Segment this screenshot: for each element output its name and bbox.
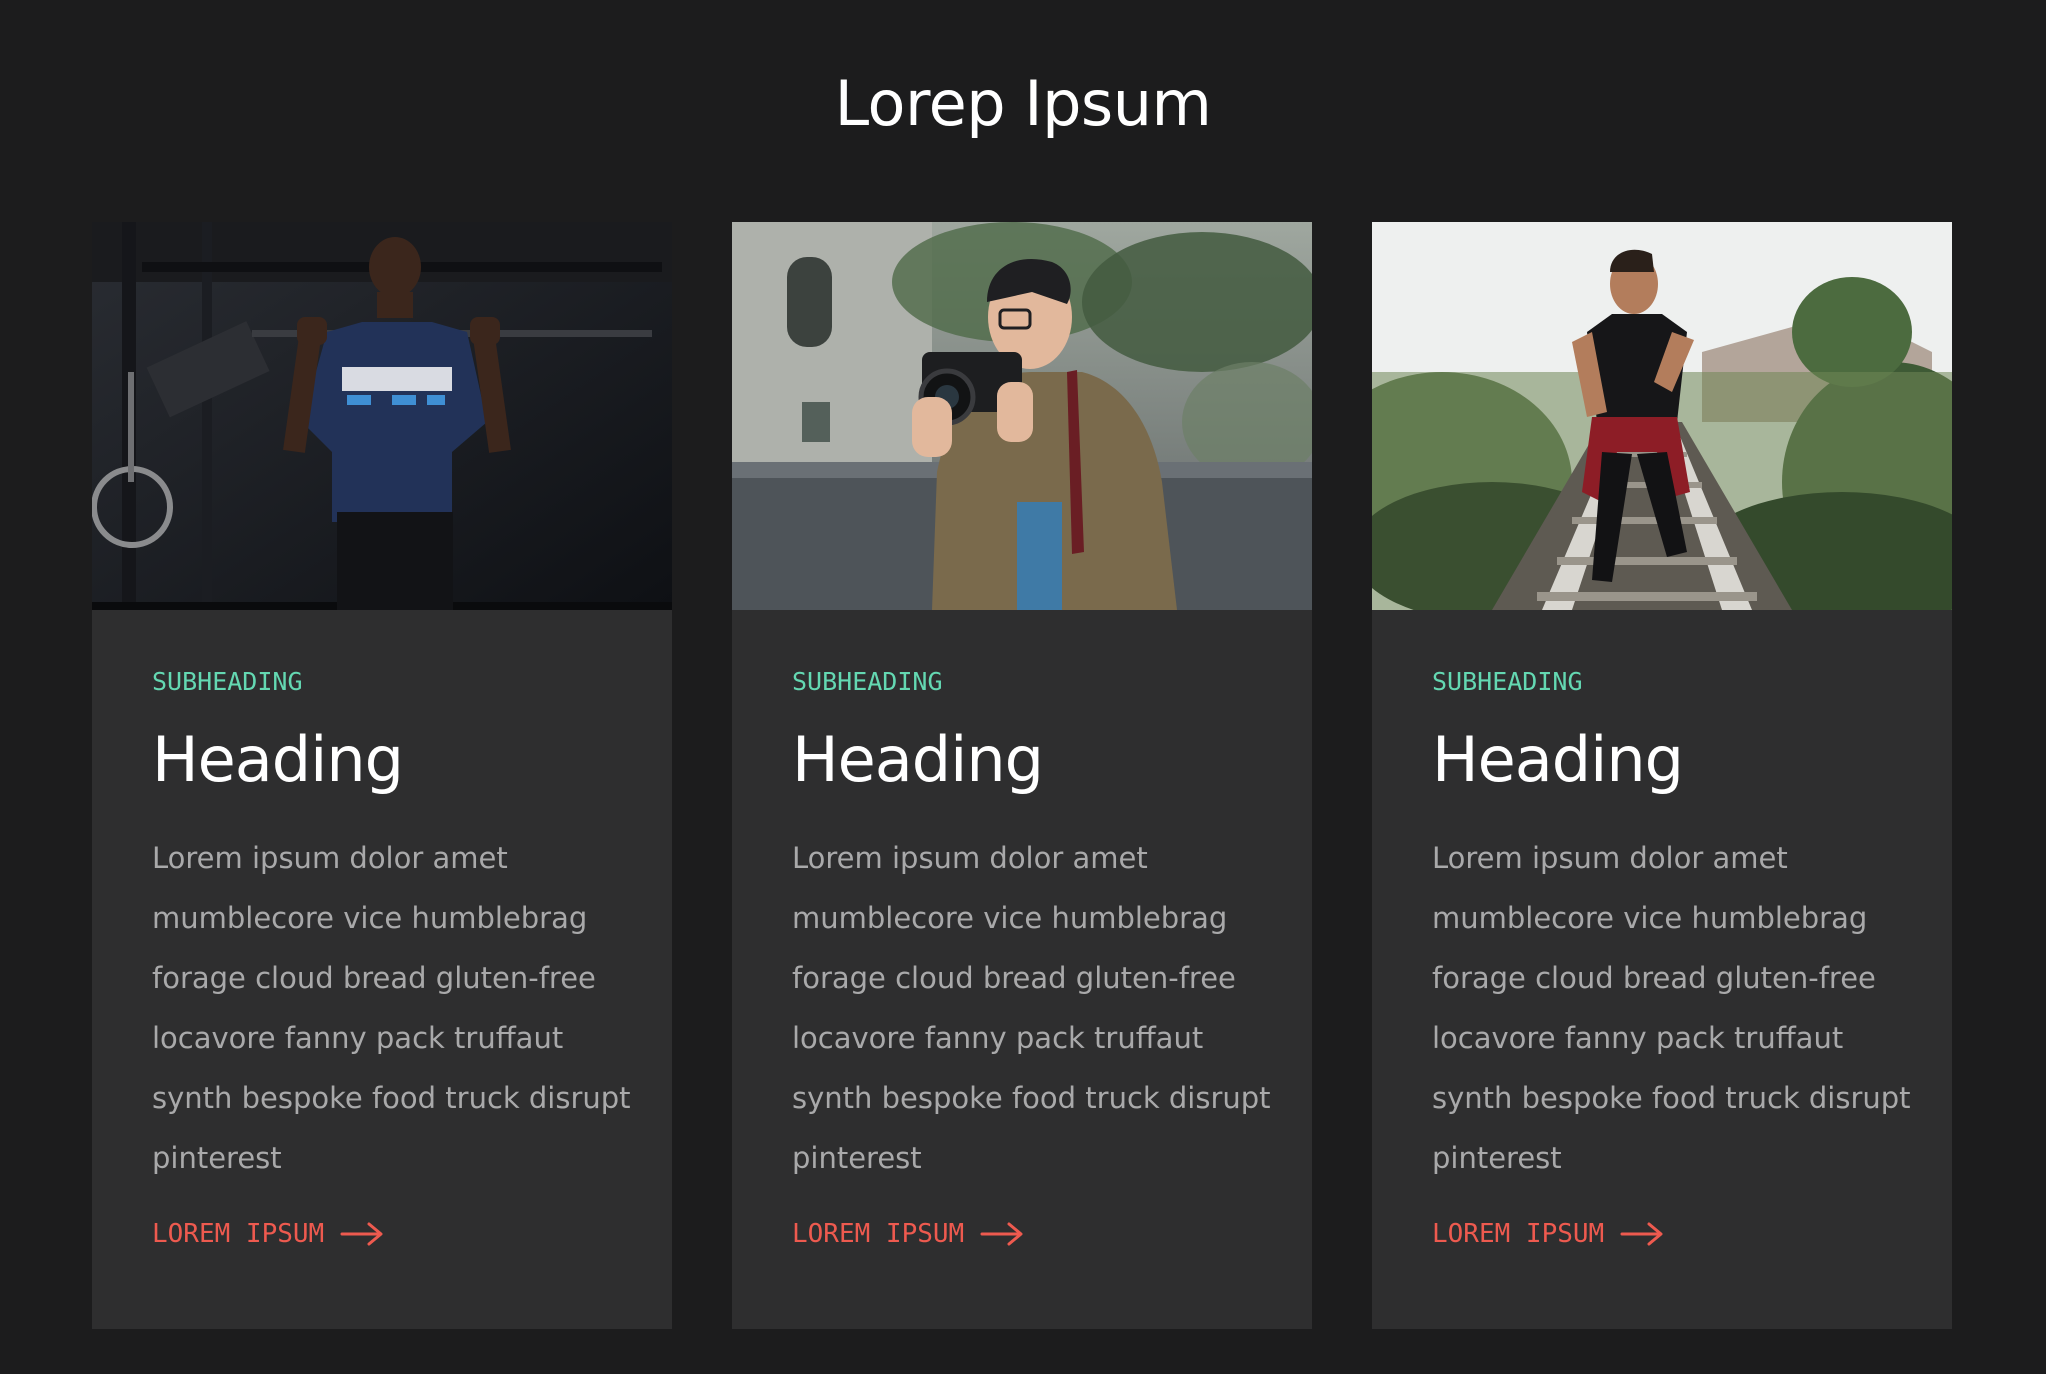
card-subheading: SUBHEADING bbox=[792, 667, 943, 696]
card-link-label: LOREM IPSUM bbox=[152, 1219, 325, 1249]
card-link-label: LOREM IPSUM bbox=[792, 1219, 965, 1249]
card-link[interactable]: LOREM IPSUM bbox=[1432, 1214, 1664, 1254]
body-line: Lorem ipsum dolor amet bbox=[1432, 841, 1788, 875]
body-line: forage cloud bread gluten-free bbox=[152, 961, 596, 995]
card-body: SUBHEADING Heading Lorem ipsum dolor ame… bbox=[1432, 662, 1932, 1254]
card-body: SUBHEADING Heading Lorem ipsum dolor ame… bbox=[152, 662, 652, 1254]
card-photo-railway bbox=[1372, 222, 1952, 610]
body-line: synth bespoke food truck disrupt bbox=[792, 1081, 1271, 1115]
card-heading: Heading bbox=[1432, 723, 1684, 796]
body-line: Lorem ipsum dolor amet bbox=[152, 841, 508, 875]
body-line: forage cloud bread gluten-free bbox=[792, 961, 1236, 995]
body-line: mumblecore vice humblebrag bbox=[1432, 901, 1868, 935]
card-link[interactable]: LOREM IPSUM bbox=[792, 1214, 1024, 1254]
card-photo-gym bbox=[92, 222, 672, 610]
card-body-text: Lorem ipsum dolor amet mumblecore vice h… bbox=[1432, 828, 1912, 1188]
body-line: pinterest bbox=[792, 1141, 922, 1175]
body-line: locavore fanny pack truffaut bbox=[792, 1021, 1204, 1055]
body-line: mumblecore vice humblebrag bbox=[792, 901, 1228, 935]
card-heading: Heading bbox=[152, 723, 404, 796]
card-photo-photographer bbox=[732, 222, 1312, 610]
body-line: Lorem ipsum dolor amet bbox=[792, 841, 1148, 875]
card-subheading: SUBHEADING bbox=[152, 667, 303, 696]
card-body: SUBHEADING Heading Lorem ipsum dolor ame… bbox=[792, 662, 1292, 1254]
body-line: synth bespoke food truck disrupt bbox=[152, 1081, 631, 1115]
card-link-label: LOREM IPSUM bbox=[1432, 1219, 1605, 1249]
card-subheading: SUBHEADING bbox=[1432, 667, 1583, 696]
body-line: pinterest bbox=[1432, 1141, 1562, 1175]
arrow-right-icon bbox=[340, 1222, 383, 1246]
card-heading: Heading bbox=[792, 723, 1044, 796]
body-line: locavore fanny pack truffaut bbox=[1432, 1021, 1844, 1055]
arrow-right-icon bbox=[1620, 1222, 1663, 1246]
body-line: forage cloud bread gluten-free bbox=[1432, 961, 1876, 995]
card-2: SUBHEADING Heading Lorem ipsum dolor ame… bbox=[732, 222, 1312, 1329]
card-body-text: Lorem ipsum dolor amet mumblecore vice h… bbox=[152, 828, 632, 1188]
body-line: mumblecore vice humblebrag bbox=[152, 901, 588, 935]
arrow-right-icon bbox=[980, 1222, 1023, 1246]
card-1: SUBHEADING Heading Lorem ipsum dolor ame… bbox=[92, 222, 672, 1329]
card-body-text: Lorem ipsum dolor amet mumblecore vice h… bbox=[792, 828, 1272, 1188]
card-grid: SUBHEADING Heading Lorem ipsum dolor ame… bbox=[92, 222, 1952, 1329]
card-link[interactable]: LOREM IPSUM bbox=[152, 1214, 384, 1254]
page-title: Lorep Ipsum bbox=[834, 66, 1212, 140]
card-3: SUBHEADING Heading Lorem ipsum dolor ame… bbox=[1372, 222, 1952, 1329]
body-line: synth bespoke food truck disrupt bbox=[1432, 1081, 1911, 1115]
body-line: pinterest bbox=[152, 1141, 282, 1175]
body-line: locavore fanny pack truffaut bbox=[152, 1021, 564, 1055]
